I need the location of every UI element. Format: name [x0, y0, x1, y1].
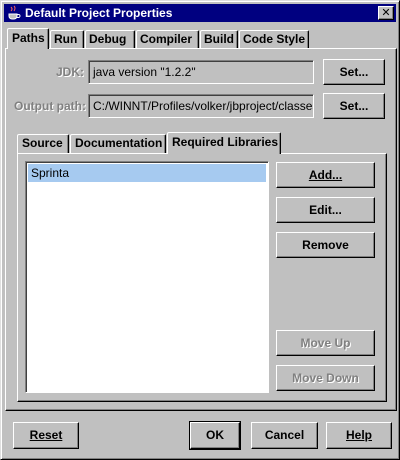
reset-button-label: Reset [29, 428, 63, 442]
help-button[interactable]: Help [326, 422, 392, 449]
tab-compiler[interactable]: Compiler [136, 30, 199, 48]
remove-library-button[interactable]: Remove [276, 232, 375, 258]
move-down-button-label: Move Down [292, 371, 359, 385]
remove-button-label: Remove [302, 238, 349, 252]
title-bar[interactable]: Default Project Properties ✕ [4, 4, 396, 22]
window-title: Default Project Properties [25, 6, 173, 20]
project-properties-dialog: Default Project Properties ✕ Paths Run D… [0, 0, 400, 460]
tab-build[interactable]: Build [200, 30, 238, 48]
tab-run[interactable]: Run [50, 30, 84, 48]
edit-library-button[interactable]: Edit... [276, 197, 375, 223]
cancel-button[interactable]: Cancel [251, 422, 318, 449]
jdk-set-button[interactable]: Set... [323, 59, 385, 85]
java-cup-icon [6, 5, 22, 21]
jdk-field[interactable]: java version "1.2.2" [88, 60, 314, 84]
move-up-button[interactable]: Move Up [276, 330, 375, 356]
ok-button[interactable]: OK [189, 421, 241, 450]
move-up-button-label: Move Up [300, 336, 351, 350]
libraries-list[interactable]: Sprinta [25, 161, 269, 393]
list-item[interactable]: Sprinta [28, 164, 266, 182]
add-button-label: Add... [308, 168, 343, 182]
edit-button-label: Edit... [309, 203, 342, 217]
jdk-label: JDK: [56, 65, 85, 79]
output-path-field[interactable]: C:/WINNT/Profiles/volker/jbproject/class… [88, 94, 314, 118]
output-path-set-button[interactable]: Set... [323, 93, 385, 119]
subtab-documentation[interactable]: Documentation [70, 134, 166, 153]
subtab-required-libraries[interactable]: Required Libraries [167, 132, 281, 154]
cancel-button-label: Cancel [264, 428, 305, 442]
reset-button[interactable]: Reset [13, 422, 79, 449]
close-icon: ✕ [381, 6, 391, 19]
tab-debug[interactable]: Debug [85, 30, 135, 48]
add-library-button[interactable]: Add... [276, 162, 375, 188]
close-button[interactable]: ✕ [378, 6, 394, 20]
move-down-button[interactable]: Move Down [276, 365, 375, 391]
tab-paths[interactable]: Paths [7, 28, 49, 49]
output-path-label: Output path: [14, 99, 86, 113]
subtab-source[interactable]: Source [17, 134, 69, 153]
tab-code-style[interactable]: Code Style [239, 30, 309, 48]
ok-button-label: OK [206, 428, 224, 442]
help-button-label: Help [345, 428, 372, 442]
